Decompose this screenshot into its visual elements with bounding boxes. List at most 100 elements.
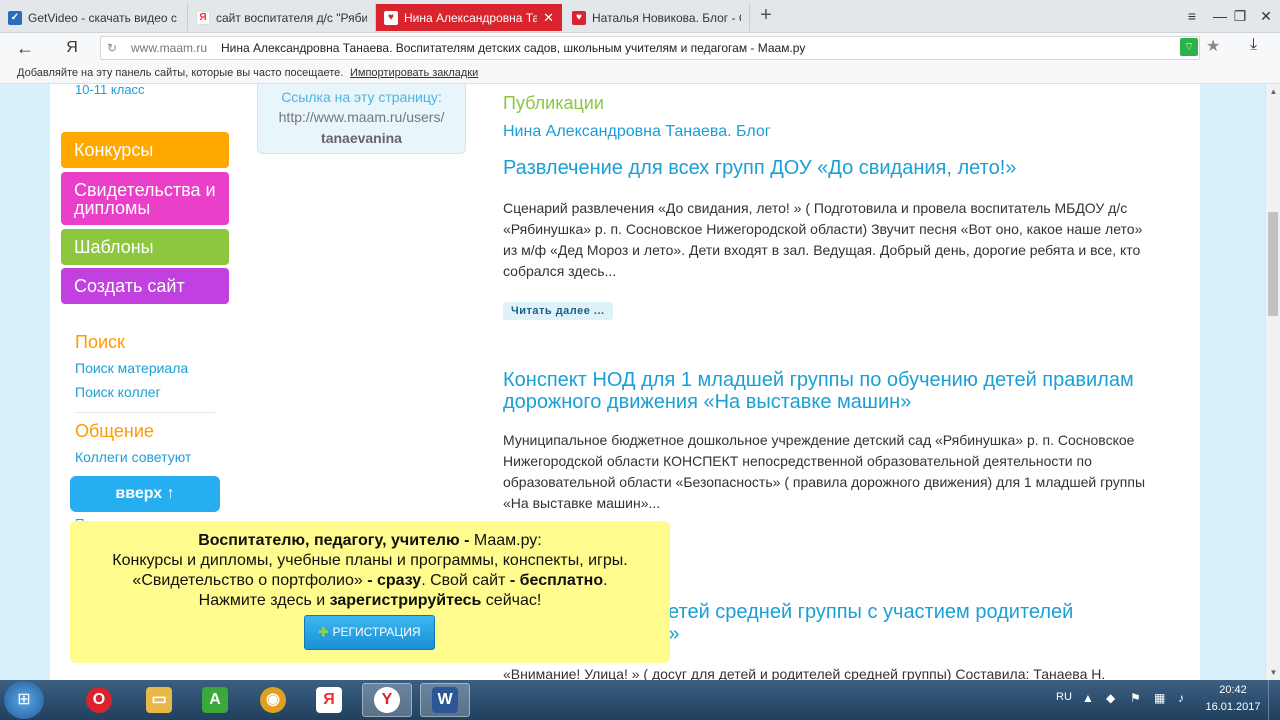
browser-menu-icon[interactable]: ≡ xyxy=(1178,5,1206,27)
certificates-button[interactable]: Свидетельства и дипломы xyxy=(61,172,229,225)
maam-heart-icon: ♥ xyxy=(384,10,398,25)
create-site-button[interactable]: Создать сайт xyxy=(61,268,229,304)
promo-line-2: Конкурсы и дипломы, учебные планы и прог… xyxy=(112,552,628,569)
page-link-username[interactable]: tanaevanina xyxy=(258,130,465,146)
tab-title: Наталья Новикова. Блог - С xyxy=(592,10,741,25)
page-link-label: Ссылка на эту страницу: xyxy=(281,89,442,105)
getvideo-icon: ✓ xyxy=(8,10,22,25)
network-icon[interactable]: ▦ xyxy=(1154,691,1165,705)
tab-title: GetVideo - скачать видео с xyxy=(28,10,177,25)
import-bookmarks-link[interactable]: Импортировать закладки xyxy=(350,63,478,83)
green-a-app-icon: A xyxy=(202,687,228,713)
taskbar-yandex[interactable]: Я xyxy=(304,683,354,717)
taskbar-green-app[interactable]: A xyxy=(190,683,240,717)
url-domain: www.maam.ru xyxy=(131,41,208,55)
bookmark-star-icon[interactable]: ★ xyxy=(1206,36,1220,56)
tray-app-icon[interactable]: ◆ xyxy=(1106,691,1115,705)
register-button[interactable]: ✚ РЕГИСТРАЦИЯ xyxy=(304,615,435,650)
tab-title: сайт воспитателя д/с "Рябин xyxy=(216,10,367,25)
promo-own-site: . Свой сайт xyxy=(421,572,510,589)
clock-time[interactable]: 20:42 xyxy=(1208,684,1258,696)
address-bar-row: ← Я ↻ www.maam.ru Нина Александровна Тан… xyxy=(0,33,1280,63)
windows-taskbar: ⊞ O ▭ A ◉ Я Y W RU ▲ ◆ ⚑ ▦ ♪ 20:42 16.01… xyxy=(0,680,1280,720)
tab-title: Нина Александровна Танаева. Та xyxy=(404,10,538,25)
search-material-link[interactable]: Поиск материала xyxy=(75,360,188,376)
page-scrollbar[interactable]: ▲ ▼ xyxy=(1265,84,1280,680)
tab-getvideo[interactable]: ✓ GetVideo - скачать видео с xyxy=(0,4,188,31)
close-window-icon[interactable]: ✕ xyxy=(1252,5,1280,27)
action-center-flag-icon[interactable]: ⚑ xyxy=(1130,691,1141,705)
protect-wifi-icon[interactable]: ⌔ xyxy=(1180,38,1198,56)
article-excerpt: Муниципальное бюджетное дошкольное учреж… xyxy=(503,432,1146,511)
tab-maam-tanaeva[interactable]: ♥ Нина Александровна Танаева. Та ✕ xyxy=(376,4,562,31)
taskbar-opera[interactable]: O xyxy=(74,683,124,717)
new-tab-button[interactable]: + xyxy=(754,4,778,28)
article-title[interactable]: Конспект НОД для 1 младшей группы по обу… xyxy=(503,369,1143,413)
clock-date[interactable]: 16.01.2017 xyxy=(1200,701,1266,713)
promo-free: - бесплатно xyxy=(509,572,604,589)
certificates-label: Свидетельства и дипломы xyxy=(74,179,216,218)
communication-heading: Общение xyxy=(75,421,154,441)
file-explorer-icon: ▭ xyxy=(146,687,172,713)
start-button[interactable]: ⊞ xyxy=(4,681,44,719)
volume-icon[interactable]: ♪ xyxy=(1178,691,1184,705)
templates-button[interactable]: Шаблоны xyxy=(61,229,229,265)
promo-line-1: Воспитателю, педагогу, учителю - Маам.ру… xyxy=(70,531,670,551)
yandex-browser-icon: Y xyxy=(374,687,400,713)
back-arrow-icon[interactable]: ← xyxy=(14,37,36,59)
url-field[interactable]: ↻ www.maam.ru Нина Александровна Танаева… xyxy=(100,36,1200,60)
article-title[interactable]: я детей средней группы с участием родите… xyxy=(640,601,1150,645)
page-viewport: 10-11 класс Конкурсы Свидетельства и дип… xyxy=(0,84,1265,680)
word-icon: W xyxy=(432,687,458,713)
restore-icon[interactable]: ❐ xyxy=(1226,5,1254,27)
keyboard-language[interactable]: RU xyxy=(1056,691,1072,703)
blog-title-link[interactable]: Нина Александровна Танаева. Блог xyxy=(503,123,771,141)
contests-button[interactable]: Конкурсы xyxy=(61,132,229,168)
read-more-button[interactable]: Читать далее ... xyxy=(503,302,613,320)
promo-line-3: «Свидетельство о портфолио» - сразу. Сво… xyxy=(70,571,670,591)
tray-expand-icon[interactable]: ▲ xyxy=(1082,691,1094,705)
download-icon[interactable]: ⤓ xyxy=(1250,36,1257,54)
promo-dot: . xyxy=(603,572,608,589)
page-link-box: Ссылка на эту страницу: http://www.maam.… xyxy=(257,84,466,154)
promo-portfolio: «Свидетельство о портфолио» xyxy=(132,572,363,589)
taskbar-word[interactable]: W xyxy=(420,683,470,717)
promo-audience: Воспитателю, педагогу, учителю - xyxy=(198,532,470,549)
yandex-app-icon: Я xyxy=(316,687,342,713)
scroll-up-arrow-icon[interactable]: ▲ xyxy=(1266,84,1280,99)
divider xyxy=(75,412,215,413)
promo-now-text: сейчас! xyxy=(481,592,542,609)
bookmarks-bar: Добавляйте на эту панель сайты, которые … xyxy=(0,63,1280,84)
taskbar-chrome[interactable]: ◉ xyxy=(248,683,298,717)
add-user-icon: ✚ xyxy=(318,625,329,639)
scroll-up-button[interactable]: вверх ↑ xyxy=(70,476,220,512)
yandex-logo-icon[interactable]: Я xyxy=(62,37,82,59)
article-excerpt: «Внимание! Улица! » ( досуг для детей и … xyxy=(503,666,1106,680)
grade-link[interactable]: 10-11 класс xyxy=(75,84,145,97)
show-desktop-button[interactable] xyxy=(1268,680,1280,720)
register-button-label: РЕГИСТРАЦИЯ xyxy=(332,625,421,639)
search-colleagues-link[interactable]: Поиск коллег xyxy=(75,384,161,400)
url-page-title: Нина Александровна Танаева. Воспитателям… xyxy=(221,41,806,55)
taskbar-explorer[interactable]: ▭ xyxy=(134,683,184,717)
search-panel: Поиск Поиск материала Поиск коллег Общен… xyxy=(61,318,229,490)
article-excerpt: Сценарий развлечения «До свидания, лето!… xyxy=(503,200,1143,279)
scroll-down-arrow-icon[interactable]: ▼ xyxy=(1266,665,1280,680)
promo-register-word: зарегистрируйтесь xyxy=(329,592,482,609)
taskbar-yandex-browser[interactable]: Y xyxy=(362,683,412,717)
article-title[interactable]: Развлечение для всех групп ДОУ «До свида… xyxy=(503,157,1143,179)
maam-heart-icon: ♥ xyxy=(572,10,586,25)
registration-promo-popup[interactable]: Воспитателю, педагогу, учителю - Маам.ру… xyxy=(70,521,670,663)
close-tab-icon[interactable]: ✕ xyxy=(543,10,554,26)
promo-line-4: Нажмите здесь и зарегистрируйтесь сейчас… xyxy=(70,591,670,611)
tab-yandex-search[interactable]: Я сайт воспитателя д/с "Рябин xyxy=(188,4,376,31)
reload-icon[interactable]: ↻ xyxy=(107,37,117,59)
tab-maam-novikova[interactable]: ♥ Наталья Новикова. Блог - С xyxy=(564,4,750,31)
article-title-line: я детей средней группы с участием родите… xyxy=(640,601,1074,623)
scrollbar-thumb[interactable] xyxy=(1268,212,1278,316)
colleagues-advise-link[interactable]: Коллеги советуют xyxy=(75,449,191,465)
promo-click-here: Нажмите здесь и xyxy=(198,592,330,609)
yandex-icon: Я xyxy=(196,10,210,25)
page-link-url[interactable]: http://www.maam.ru/users/ xyxy=(258,109,465,125)
bookmarks-hint: Добавляйте на эту панель сайты, которые … xyxy=(17,67,344,79)
